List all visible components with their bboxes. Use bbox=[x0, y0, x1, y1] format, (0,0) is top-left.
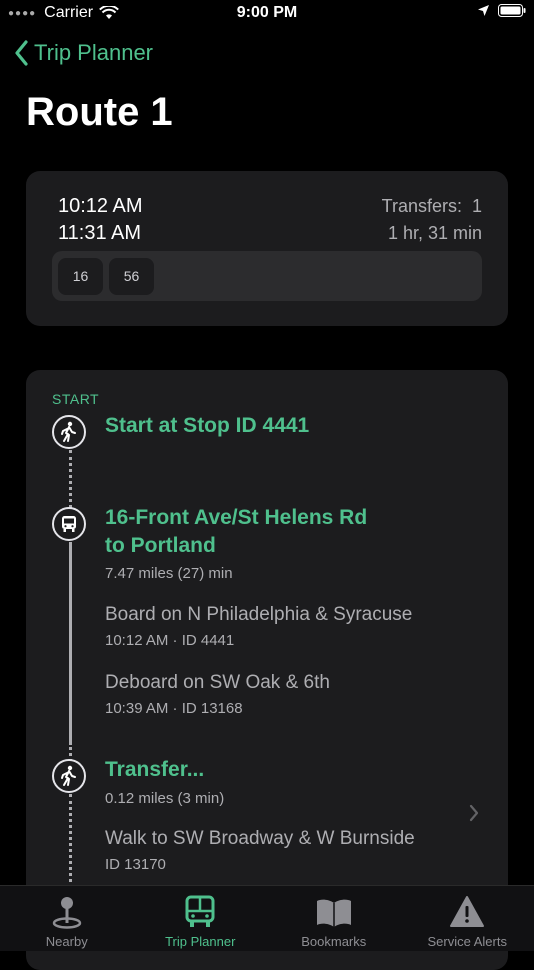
itinerary-card: START Start at Stop ID 4441 16-Front Ave… bbox=[26, 370, 508, 970]
step-distance: 7.47 miles (27) min bbox=[105, 565, 233, 582]
battery-icon bbox=[498, 4, 526, 17]
start-label: START bbox=[52, 391, 99, 407]
arrive-time: 11:31 AM bbox=[58, 220, 143, 247]
deboard-meta: 10:39 AM · ID 13168 bbox=[105, 700, 243, 717]
warning-icon bbox=[449, 895, 485, 929]
tab-label: Nearby bbox=[46, 934, 88, 949]
deboard-stop: Deboard on SW Oak & 6th bbox=[105, 672, 330, 694]
route-chip: 16 bbox=[58, 258, 103, 295]
tab-service-alerts[interactable]: Service Alerts bbox=[401, 886, 534, 951]
tab-label: Bookmarks bbox=[301, 934, 366, 949]
back-label: Trip Planner bbox=[34, 40, 153, 66]
tab-label: Trip Planner bbox=[165, 934, 235, 949]
route-name: 16-Front Ave/St Helens Rd bbox=[105, 504, 367, 532]
transfers-count: Transfers: 1 bbox=[382, 193, 482, 220]
walk-icon bbox=[52, 415, 86, 449]
step-title: Start at Stop ID 4441 bbox=[105, 412, 309, 440]
trip-times: 10:12 AM 11:31 AM bbox=[58, 193, 143, 247]
chevron-left-icon bbox=[14, 40, 28, 66]
tab-bookmarks[interactable]: Bookmarks bbox=[267, 886, 401, 951]
step-distance: 0.12 miles (3 min) bbox=[105, 790, 224, 807]
status-right bbox=[477, 4, 526, 17]
route-summary-card: 10:12 AM 11:31 AM Transfers: 1 1 hr, 31 … bbox=[26, 171, 508, 326]
walk-destination[interactable]: Walk to SW Broadway & W Burnside bbox=[105, 828, 415, 850]
location-arrow-icon bbox=[477, 4, 490, 17]
tab-nearby[interactable]: Nearby bbox=[0, 886, 134, 951]
chevron-right-icon[interactable] bbox=[468, 803, 480, 823]
map-pin-icon bbox=[50, 895, 84, 929]
tab-trip-planner[interactable]: Trip Planner bbox=[134, 886, 268, 951]
bus-icon bbox=[184, 895, 216, 929]
back-button[interactable]: Trip Planner bbox=[14, 40, 153, 66]
board-meta: 10:12 AM · ID 4441 bbox=[105, 632, 234, 649]
step-title: Transfer... bbox=[105, 756, 204, 784]
walk-icon bbox=[52, 759, 86, 793]
bus-icon bbox=[52, 507, 86, 541]
trip-stats: Transfers: 1 1 hr, 31 min bbox=[382, 193, 482, 247]
route-chips-bar: 16 56 bbox=[52, 251, 482, 301]
timeline-solid-segment bbox=[69, 542, 72, 742]
timeline-dotted-segment bbox=[69, 794, 72, 894]
tab-bar: Nearby Trip Planner Bookmarks Service Al… bbox=[0, 885, 534, 951]
status-time: 9:00 PM bbox=[0, 4, 534, 22]
route-chip: 56 bbox=[109, 258, 154, 295]
board-stop: Board on N Philadelphia & Syracuse bbox=[105, 604, 412, 626]
page-title: Route 1 bbox=[26, 90, 173, 135]
walk-meta: ID 13170 bbox=[105, 856, 166, 873]
depart-time: 10:12 AM bbox=[58, 193, 143, 220]
timeline-dotted-segment bbox=[69, 450, 72, 508]
route-direction: to Portland bbox=[105, 532, 367, 560]
tab-label: Service Alerts bbox=[428, 934, 507, 949]
book-icon bbox=[315, 895, 353, 929]
status-bar: ●●●● Carrier 9:00 PM bbox=[0, 0, 534, 28]
trip-duration: 1 hr, 31 min bbox=[382, 220, 482, 247]
step-title: 16-Front Ave/St Helens Rd to Portland bbox=[105, 504, 367, 560]
